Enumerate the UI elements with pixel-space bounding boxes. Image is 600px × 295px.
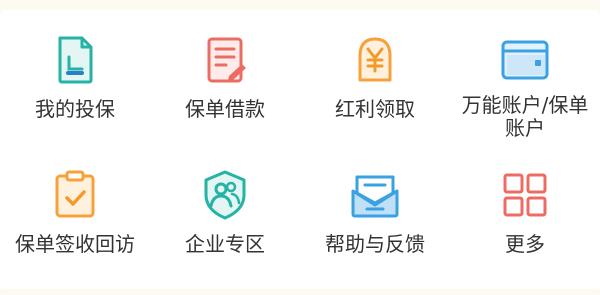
more-grid-icon: [497, 167, 553, 223]
dividend-yen-icon: [347, 32, 403, 88]
enterprise-badge-icon: [197, 167, 253, 223]
shortcut-dividend-claim[interactable]: 红利领取: [300, 32, 450, 167]
shortcut-label: 红利领取: [335, 97, 415, 121]
shortcut-universal-account[interactable]: 万能账户/保单账户: [450, 32, 600, 167]
inbox-tray-icon: [347, 167, 403, 223]
shortcut-grid: 我的投保 保单借款 红利领取 万能账户/保单账户 保单签收回访 企业专区 帮助与…: [0, 32, 600, 292]
shortcut-help-feedback[interactable]: 帮助与反馈: [300, 167, 450, 292]
shortcut-label: 帮助与反馈: [325, 232, 425, 256]
shortcut-policy-receipt-visit[interactable]: 保单签收回访: [0, 167, 150, 292]
clipboard-check-icon: [47, 167, 103, 223]
shortcut-label: 更多: [505, 232, 545, 256]
shortcut-label: 企业专区: [185, 232, 265, 256]
shortcut-enterprise-zone[interactable]: 企业专区: [150, 167, 300, 292]
shortcut-label: 万能账户/保单账户: [461, 93, 589, 140]
shortcut-label: 保单借款: [185, 97, 265, 121]
bottom-divider: [0, 289, 600, 295]
shortcut-policy-loan[interactable]: 保单借款: [150, 32, 300, 167]
shortcut-more[interactable]: 更多: [450, 167, 600, 292]
policy-document-icon: [47, 32, 103, 88]
shortcut-my-insurance[interactable]: 我的投保: [0, 32, 150, 167]
shortcut-label: 我的投保: [35, 97, 115, 121]
shortcut-panel: 我的投保 保单借款 红利领取 万能账户/保单账户 保单签收回访 企业专区 帮助与…: [0, 10, 600, 290]
shortcut-label: 保单签收回访: [15, 232, 135, 256]
wallet-icon: [497, 32, 553, 88]
policy-loan-icon: [197, 32, 253, 88]
